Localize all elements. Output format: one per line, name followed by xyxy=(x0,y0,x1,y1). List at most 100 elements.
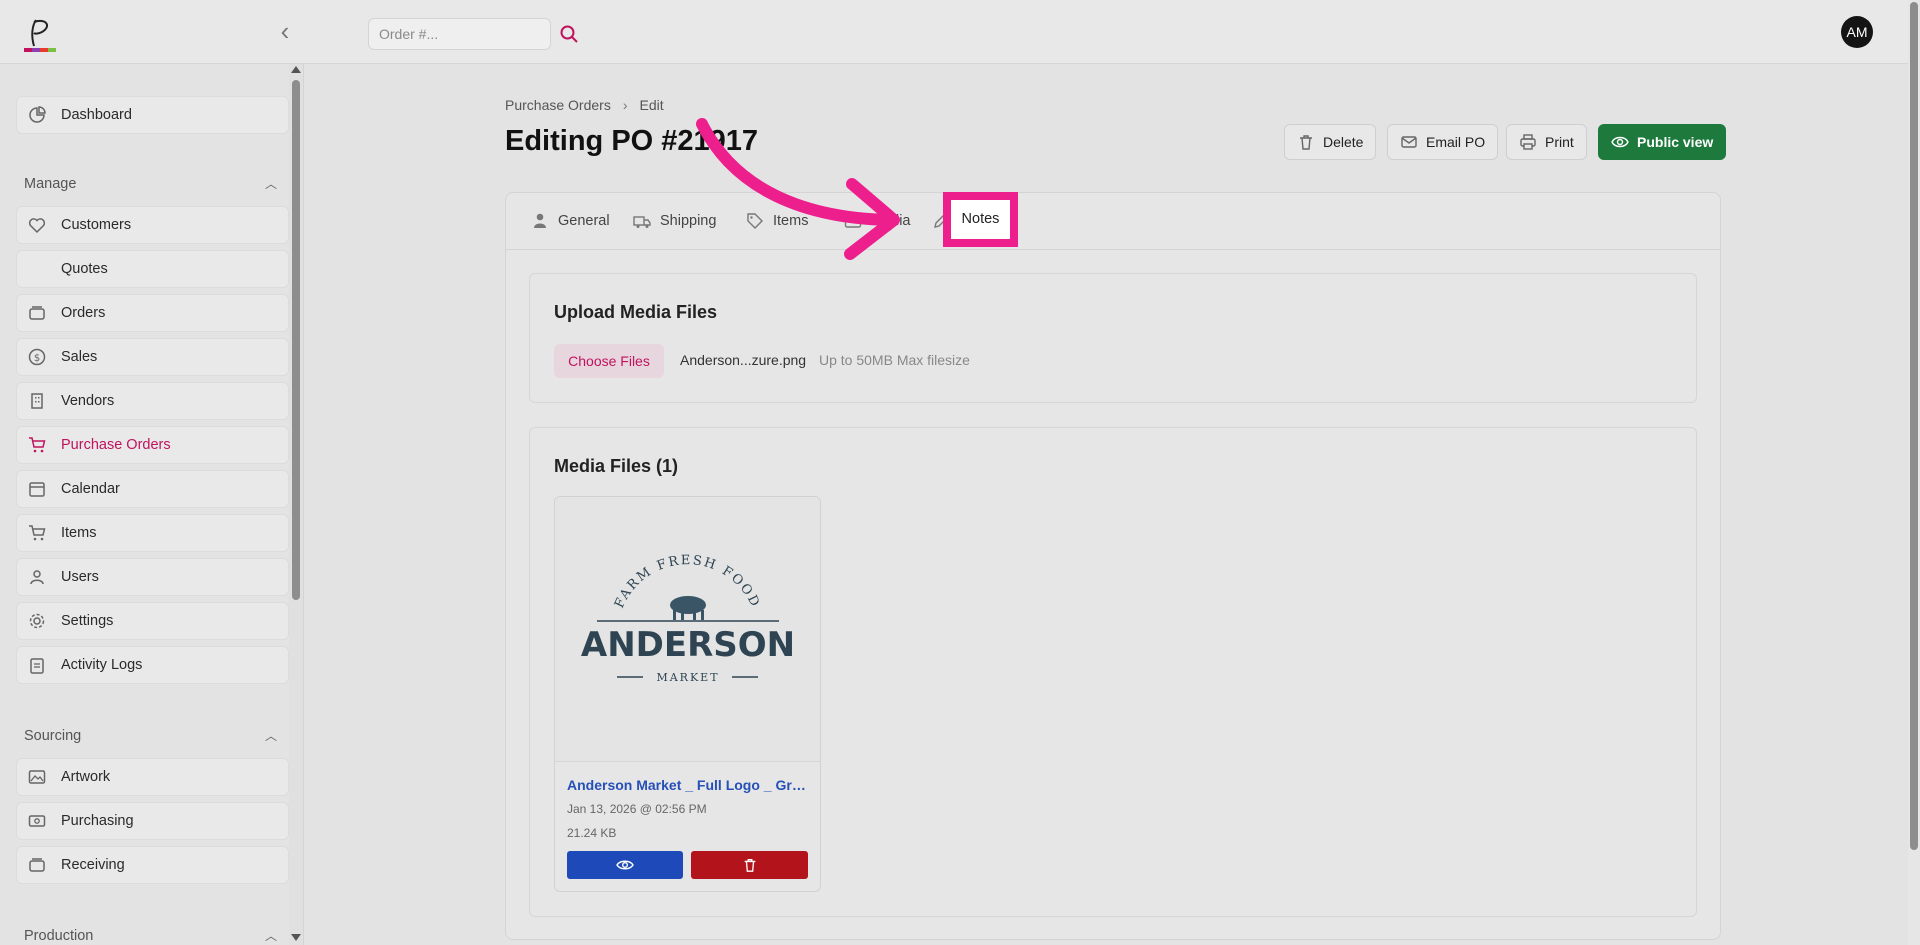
shopping-cart-icon xyxy=(27,435,47,455)
email-po-button[interactable]: Email PO xyxy=(1387,124,1499,160)
sidebar-item-label: Sales xyxy=(61,349,98,365)
sidebar-item-label: Calendar xyxy=(61,481,120,497)
scrollbar-thumb[interactable] xyxy=(292,80,300,600)
sidebar-item-items[interactable]: Items xyxy=(16,514,289,552)
sidebar-item-label: Purchasing xyxy=(61,813,134,829)
user-avatar[interactable]: AM xyxy=(1841,16,1873,48)
anderson-market-logo: FARM FRESH FOOD ANDERSON MARKET xyxy=(581,553,795,684)
calendar-icon xyxy=(27,479,47,499)
sidebar-item-vendors[interactable]: Vendors xyxy=(16,382,289,420)
eye-icon xyxy=(616,860,634,870)
tab-notes[interactable]: Notes xyxy=(951,200,1010,239)
sidebar-item-label: Dashboard xyxy=(61,107,132,123)
heart-icon xyxy=(27,215,47,235)
building-icon xyxy=(27,391,47,411)
chevron-right-icon: › xyxy=(622,97,628,113)
upload-panel xyxy=(529,273,1697,403)
breadcrumb-edit: Edit xyxy=(639,97,664,113)
media-file-name-link[interactable]: Anderson Market _ Full Logo _ Grey ... xyxy=(567,777,812,793)
chevron-up-icon[interactable]: ︿ xyxy=(264,177,278,191)
sidebar-item-label: Customers xyxy=(61,217,132,233)
scroll-down-arrow-icon[interactable] xyxy=(291,934,301,941)
sidebar-item-purchase-orders[interactable]: Purchase Orders xyxy=(16,426,289,464)
sidebar-item-label: Vendors xyxy=(61,393,115,409)
chevron-up-icon[interactable]: ︿ xyxy=(264,929,278,943)
quote-icon xyxy=(27,259,47,279)
delete-media-button[interactable] xyxy=(691,851,808,879)
sidebar-item-label: Settings xyxy=(61,613,114,629)
scroll-up-arrow-icon[interactable] xyxy=(291,66,301,73)
selected-file-name: Anderson...zure.png xyxy=(680,352,807,368)
sidebar-item-quotes[interactable]: Quotes xyxy=(16,250,289,288)
breadcrumb-purchase-orders[interactable]: Purchase Orders xyxy=(505,97,611,113)
truck-icon xyxy=(633,212,651,230)
sidebar: Dashboard Manage ︿ Customers Quotes Orde… xyxy=(0,64,304,945)
svg-text:MARKET: MARKET xyxy=(656,671,719,684)
inbox-icon xyxy=(27,303,47,323)
media-file-date: Jan 13, 2026 @ 02:56 PM xyxy=(567,802,707,816)
cart-icon xyxy=(27,523,47,543)
tab-bar: General Shipping Items Media xyxy=(505,192,1721,250)
sidebar-item-users[interactable]: Users xyxy=(16,558,289,596)
chevron-up-icon[interactable]: ︿ xyxy=(264,729,278,743)
tutorial-arrow-icon xyxy=(696,118,900,260)
image-icon xyxy=(27,767,47,787)
inbox-icon xyxy=(27,855,47,875)
breadcrumb: Purchase Orders › Edit xyxy=(505,97,664,113)
search-icon[interactable] xyxy=(559,24,579,44)
eye-icon xyxy=(1611,133,1629,151)
trash-icon xyxy=(1297,133,1315,151)
svg-text:$: $ xyxy=(34,353,40,364)
sidebar-item-purchasing[interactable]: Purchasing xyxy=(16,802,289,840)
view-media-button[interactable] xyxy=(567,851,683,879)
sidebar-item-customers[interactable]: Customers xyxy=(16,206,289,244)
page-scrollbar[interactable] xyxy=(1908,0,1920,945)
sidebar-item-label: Quotes xyxy=(61,261,108,277)
media-file-card: FARM FRESH FOOD ANDERSON MARKET Anderson… xyxy=(554,496,821,892)
print-button[interactable]: Print xyxy=(1506,124,1587,160)
order-search-input[interactable] xyxy=(368,18,551,50)
top-bar: ‹ AM xyxy=(0,0,1908,64)
users-icon xyxy=(27,567,47,587)
tab-general[interactable]: General xyxy=(531,212,610,230)
sidebar-item-sales[interactable]: $ Sales xyxy=(16,338,289,376)
sidebar-item-label: Orders xyxy=(61,305,106,321)
gear-icon xyxy=(27,611,47,631)
sidebar-item-dashboard[interactable]: Dashboard xyxy=(16,96,289,134)
upload-title: Upload Media Files xyxy=(554,302,718,322)
sidebar-item-orders[interactable]: Orders xyxy=(16,294,289,332)
sidebar-item-artwork[interactable]: Artwork xyxy=(16,758,289,796)
envelope-icon xyxy=(1400,133,1418,151)
sidebar-item-label: Receiving xyxy=(61,857,125,873)
user-icon xyxy=(531,212,549,230)
email-po-label: Email PO xyxy=(1426,134,1486,150)
collapse-sidebar-chevron-icon[interactable]: ‹ xyxy=(272,18,298,44)
sidebar-item-activity-logs[interactable]: Activity Logs xyxy=(16,646,289,684)
section-title-sourcing: Sourcing xyxy=(24,728,82,744)
section-title-production: Production xyxy=(24,928,94,944)
sidebar-item-calendar[interactable]: Calendar xyxy=(16,470,289,508)
sidebar-item-label: Purchase Orders xyxy=(61,437,171,453)
sidebar-item-settings[interactable]: Settings xyxy=(16,602,289,640)
sidebar-item-label: Users xyxy=(61,569,99,585)
print-label: Print xyxy=(1545,134,1574,150)
public-view-label: Public view xyxy=(1637,134,1714,150)
scrollbar-thumb[interactable] xyxy=(1910,2,1918,850)
tab-label: General xyxy=(558,213,610,229)
section-title-manage: Manage xyxy=(24,176,77,192)
clipboard-icon xyxy=(27,655,47,675)
dollar-circle-icon: $ xyxy=(27,347,47,367)
app-logo[interactable] xyxy=(22,16,62,54)
public-view-button[interactable]: Public view xyxy=(1598,124,1727,160)
file-size-hint: Up to 50MB Max filesize xyxy=(819,352,970,368)
sidebar-item-receiving[interactable]: Receiving xyxy=(16,846,289,884)
svg-text:ANDERSON: ANDERSON xyxy=(581,625,795,665)
notes-tab-highlight[interactable]: Notes xyxy=(943,192,1018,247)
media-file-size: 21.24 KB xyxy=(567,826,617,840)
delete-label: Delete xyxy=(1323,134,1364,150)
media-files-title: Media Files (1) xyxy=(554,456,679,476)
delete-button[interactable]: Delete xyxy=(1284,124,1377,160)
sidebar-scrollbar[interactable] xyxy=(289,64,303,945)
choose-files-button[interactable]: Choose Files xyxy=(554,344,664,378)
media-thumbnail[interactable]: FARM FRESH FOOD ANDERSON MARKET xyxy=(555,497,820,762)
